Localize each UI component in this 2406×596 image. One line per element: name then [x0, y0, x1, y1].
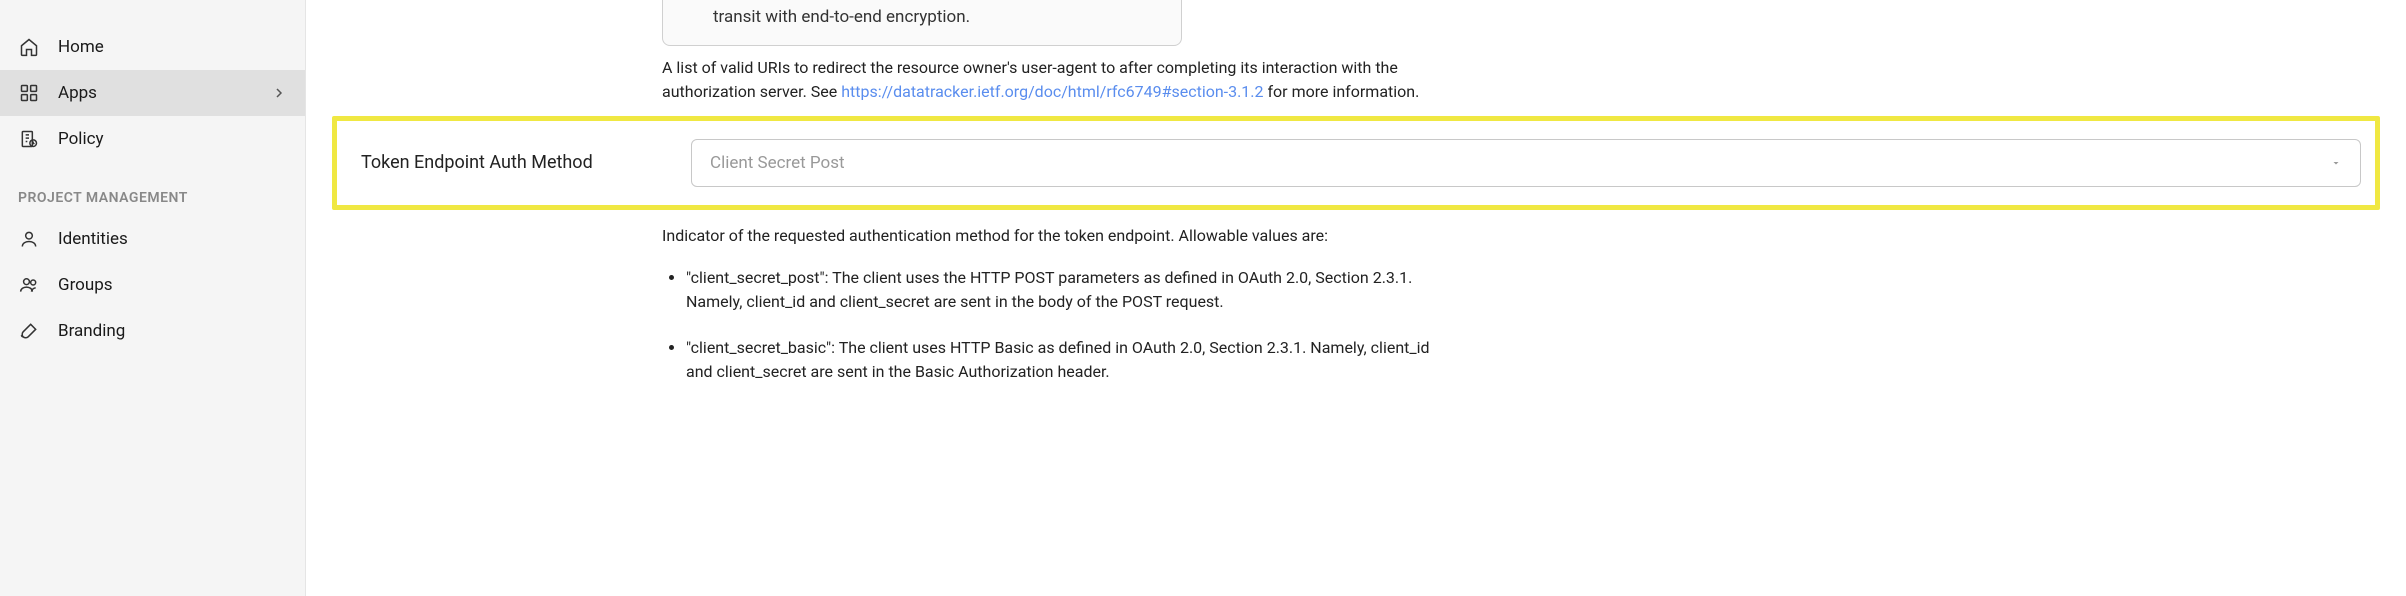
- chevron-right-icon: [271, 85, 287, 101]
- sidebar-item-label: Apps: [58, 83, 271, 103]
- desc-suffix: for more information.: [1264, 82, 1420, 101]
- policy-icon: [18, 128, 40, 150]
- tip-text: transit with end-to-end encryption.: [713, 7, 970, 27]
- sidebar-item-home[interactable]: Home: [0, 24, 305, 70]
- sidebar: Home Apps Policy PROJECT MANAGEMENT Iden…: [0, 0, 306, 596]
- apps-icon: [18, 82, 40, 104]
- caret-down-icon: [2330, 157, 2342, 169]
- list-item: "client_secret_post": The client uses th…: [686, 266, 1446, 314]
- sidebar-item-label: Identities: [58, 229, 287, 249]
- home-icon: [18, 36, 40, 58]
- token-endpoint-auth-select[interactable]: Client Secret Post: [691, 139, 2361, 187]
- sidebar-item-groups[interactable]: Groups: [0, 262, 305, 308]
- tip-box: transit with end-to-end encryption.: [662, 0, 1182, 46]
- sidebar-item-label: Branding: [58, 321, 287, 341]
- brush-icon: [18, 320, 40, 342]
- token-endpoint-auth-label: Token Endpoint Auth Method: [351, 152, 651, 173]
- sidebar-item-policy[interactable]: Policy: [0, 116, 305, 162]
- auth-method-help: Indicator of the requested authenticatio…: [662, 224, 1442, 248]
- token-endpoint-auth-row: Token Endpoint Auth Method Client Secret…: [332, 116, 2380, 210]
- select-placeholder: Client Secret Post: [710, 153, 845, 173]
- sidebar-item-branding[interactable]: Branding: [0, 308, 305, 354]
- auth-method-bullets: "client_secret_post": The client uses th…: [686, 266, 1446, 384]
- redirect-uri-description: A list of valid URIs to redirect the res…: [662, 56, 1442, 104]
- sidebar-item-apps[interactable]: Apps: [0, 70, 305, 116]
- list-item: "client_secret_basic": The client uses H…: [686, 336, 1446, 384]
- user-icon: [18, 228, 40, 250]
- main-content: transit with end-to-end encryption. A li…: [306, 0, 2406, 596]
- sidebar-item-label: Policy: [58, 129, 287, 149]
- rfc-link[interactable]: https://datatracker.ietf.org/doc/html/rf…: [841, 82, 1263, 101]
- sidebar-section-title: PROJECT MANAGEMENT: [0, 162, 305, 216]
- sidebar-item-label: Home: [58, 37, 287, 57]
- sidebar-item-label: Groups: [58, 275, 287, 295]
- users-icon: [18, 274, 40, 296]
- sidebar-item-identities[interactable]: Identities: [0, 216, 305, 262]
